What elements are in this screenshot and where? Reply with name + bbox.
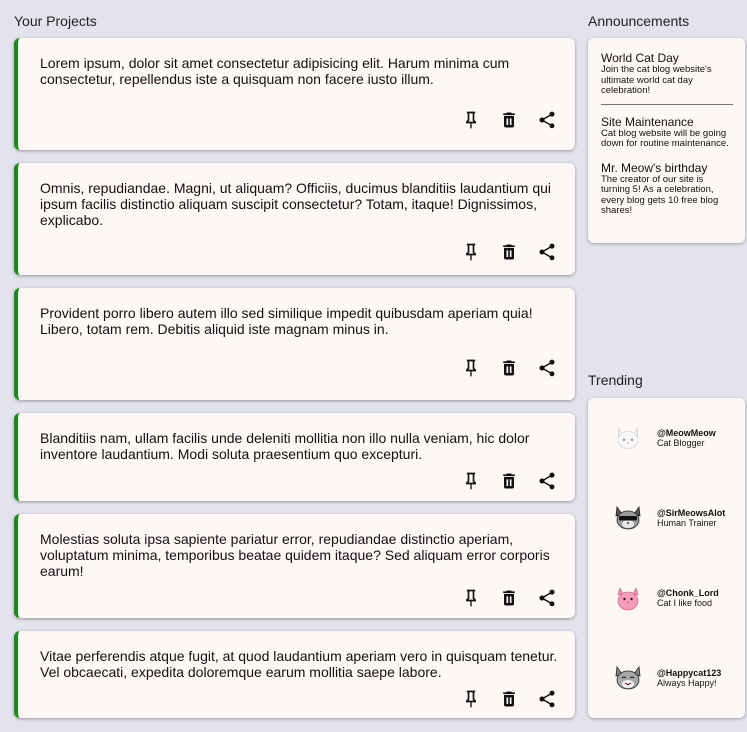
delete-button[interactable] (497, 586, 521, 610)
pin-button[interactable] (459, 108, 483, 132)
project-text: Blanditiis nam, ullam facilis unde delen… (40, 430, 530, 462)
project-text: Lorem ipsum, dolor sit amet consectetur … (40, 55, 510, 87)
share-icon (539, 690, 555, 708)
pin-button[interactable] (459, 469, 483, 493)
delete-button[interactable] (497, 240, 521, 264)
trash-icon (503, 590, 515, 606)
share-button[interactable] (535, 687, 559, 711)
pink-cat-avatar (617, 587, 639, 611)
announcement-title: Site Maintenance (601, 114, 694, 129)
trending-title: Trending (588, 372, 643, 388)
trash-icon (503, 360, 515, 376)
trash-icon (503, 691, 515, 707)
delete-button[interactable] (497, 356, 521, 380)
announcements-title: Announcements (588, 13, 690, 29)
delete-button[interactable] (497, 469, 521, 493)
announcements-panel: World Cat Day Join the cat blog website'… (588, 38, 745, 243)
project-card: Lorem ipsum, dolor sit amet consectetur … (14, 38, 575, 150)
trending-handle: @Happycat123 (657, 668, 722, 678)
white-cat-avatar (617, 426, 639, 449)
pin-button[interactable] (459, 687, 483, 711)
trending-user[interactable]: @SirMeowsAlot Human Trainer (612, 502, 725, 534)
pin-icon (466, 111, 476, 129)
announcement-item[interactable]: World Cat Day Join the cat blog website'… (601, 51, 733, 97)
announcement-divider (601, 103, 733, 105)
project-card: Molestias soluta ipsa sapiente pariatur … (14, 514, 575, 618)
trending-desc: Cat Blogger (657, 438, 705, 448)
announcement-body: The creator of our site is turning 5! As… (601, 173, 719, 216)
pin-button[interactable] (459, 586, 483, 610)
trending-user[interactable]: @Chonk_Lord Cat I like food (612, 582, 719, 614)
announcement-body: Cat blog website will be going down for … (601, 127, 729, 149)
pin-icon (466, 243, 476, 261)
project-text: Molestias soluta ipsa sapiente pariatur … (40, 531, 550, 579)
trash-icon (503, 112, 515, 128)
share-icon (539, 111, 555, 129)
announcement-title: World Cat Day (601, 51, 679, 65)
trending-user[interactable]: @MeowMeow Cat Blogger (612, 422, 716, 454)
share-button[interactable] (535, 108, 559, 132)
trending-desc: Always Happy! (657, 678, 717, 688)
announcement-body: Join the cat blog website's ultimate wor… (601, 64, 712, 96)
happy-cat-avatar (615, 665, 641, 690)
project-text: Provident porro libero autem illo sed si… (40, 305, 533, 337)
pin-button[interactable] (459, 356, 483, 380)
delete-button[interactable] (497, 687, 521, 711)
trending-handle: @Chonk_Lord (657, 588, 719, 598)
pin-icon (466, 472, 476, 490)
project-text: Vitae perferendis atque fugit, at quod l… (40, 648, 558, 680)
pin-button[interactable] (459, 240, 483, 264)
pin-icon (466, 690, 476, 708)
project-card: Provident porro libero autem illo sed si… (14, 288, 575, 400)
announcement-title: Mr. Meow's birthday (601, 160, 708, 175)
trending-user[interactable]: @Happycat123 Always Happy! (612, 662, 721, 694)
pin-icon (466, 589, 476, 607)
announcement-item[interactable]: Site Maintenance Cat blog website will b… (601, 115, 733, 150)
share-button[interactable] (535, 469, 559, 493)
trending-panel: @MeowMeow Cat Blogger @SirMeowsAlot Huma… (588, 398, 745, 718)
share-icon (539, 243, 555, 261)
share-button[interactable] (535, 586, 559, 610)
pin-icon (466, 359, 476, 377)
share-button[interactable] (535, 240, 559, 264)
announcement-item[interactable]: Mr. Meow's birthday The creator of our s… (601, 161, 733, 217)
project-card: Blanditiis nam, ullam facilis unde delen… (14, 413, 575, 501)
trending-handle: @MeowMeow (657, 428, 716, 438)
project-card: Omnis, repudiandae. Magni, ut aliquam? O… (14, 163, 575, 275)
trending-desc: Human Trainer (657, 518, 717, 528)
projects-title: Your Projects (14, 13, 97, 29)
project-text: Omnis, repudiandae. Magni, ut aliquam? O… (40, 180, 552, 228)
sunglasses-cat-avatar (615, 505, 641, 530)
share-icon (539, 359, 555, 377)
trash-icon (503, 244, 515, 260)
share-icon (539, 589, 555, 607)
share-icon (539, 472, 555, 490)
trash-icon (503, 473, 515, 489)
delete-button[interactable] (497, 108, 521, 132)
trending-desc: Cat I like food (657, 598, 713, 608)
share-button[interactable] (535, 356, 559, 380)
trending-handle: @SirMeowsAlot (657, 508, 726, 518)
project-card: Vitae perferendis atque fugit, at quod l… (14, 631, 575, 718)
